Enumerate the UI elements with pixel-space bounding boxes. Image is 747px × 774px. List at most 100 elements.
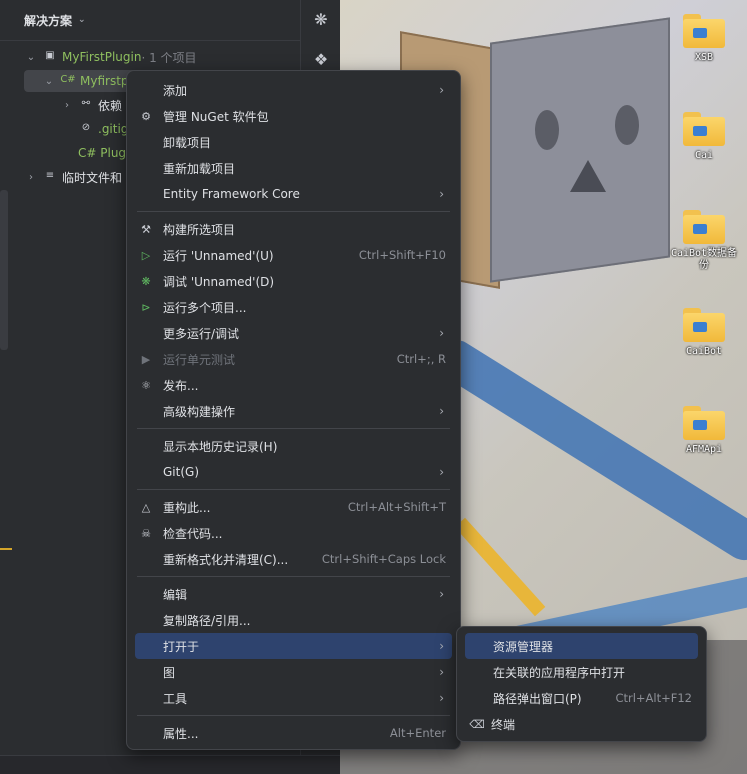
scrollbar[interactable]: [0, 190, 8, 350]
tree-item-scratch[interactable]: › ≡ 临时文件和: [24, 166, 122, 188]
menu-item-label: 高级构建操作: [163, 404, 236, 419]
menu-item-local-history[interactable]: 显示本地历史记录(H): [135, 433, 452, 459]
submenu-item-open-associated[interactable]: 在关联的应用程序中打开: [465, 659, 698, 685]
ai-assistant-icon[interactable]: ❋: [311, 10, 331, 30]
wallpaper-box-mouth: [570, 160, 606, 192]
menu-item-label: 属性...: [163, 726, 199, 741]
shortcut-label: Ctrl+;, R: [396, 352, 446, 366]
submenu-item-terminal[interactable]: ⌫ 终端: [465, 711, 698, 737]
menu-item-label: 卸载项目: [163, 135, 212, 150]
scratch-files-icon: ≡: [45, 170, 55, 181]
highlight-marker: [0, 548, 12, 550]
wallpaper-box-front: [490, 17, 670, 283]
menu-item-copy-path[interactable]: 复制路径/引用...: [135, 607, 452, 633]
menu-item-git[interactable]: Git(G) ›: [135, 459, 452, 485]
menu-item-entity-framework[interactable]: Entity Framework Core ›: [135, 181, 452, 207]
menu-separator: [137, 489, 450, 490]
run-multiple-icon: ⊳: [141, 300, 151, 314]
folder-icon: [683, 14, 725, 48]
desktop-icon-xsb[interactable]: XSB: [669, 14, 739, 64]
menu-item-label: 资源管理器: [493, 639, 554, 654]
desktop-icon-label: CaiBot数据备份: [670, 248, 738, 271]
solution-header[interactable]: 解决方案 ⌄: [0, 0, 300, 40]
desktop-icon-label: Cai: [694, 150, 714, 161]
desktop-icon-cai[interactable]: Cai: [669, 112, 739, 162]
menu-item-tools[interactable]: 工具 ›: [135, 685, 452, 711]
tree-item-label: MyFirstPlugin: [62, 50, 142, 64]
divider: [0, 40, 300, 41]
wallpaper-pencil: [454, 517, 546, 617]
menu-separator: [137, 715, 450, 716]
menu-item-reformat[interactable]: 重新格式化并清理(C)... Ctrl+Shift+Caps Lock: [135, 546, 452, 572]
desktop-icon-caibot-backup[interactable]: CaiBot数据备份: [669, 210, 739, 272]
tree-item-label: 临时文件和: [62, 170, 123, 185]
menu-item-build-selected[interactable]: ⚒ 构建所选项目: [135, 216, 452, 242]
chevron-right-icon: ›: [29, 171, 33, 183]
tree-item-label: 依赖: [98, 98, 123, 113]
menu-item-properties[interactable]: 属性... Alt+Enter: [135, 720, 452, 746]
menu-item-run[interactable]: ▷ 运行 'Unnamed'(U) Ctrl+Shift+F10: [135, 242, 452, 268]
menu-item-label: 发布...: [163, 378, 199, 393]
context-menu: 添加 › ⚙ 管理 NuGet 软件包 卸载项目 重新加载项目 Entity Fr…: [126, 70, 461, 750]
menu-separator: [137, 211, 450, 212]
folder-icon: [683, 406, 725, 440]
tree-item-label: .gitig: [98, 122, 129, 136]
menu-item-advanced-build[interactable]: 高级构建操作 ›: [135, 398, 452, 424]
debug-bug-icon: ❋: [141, 274, 151, 288]
menu-item-debug[interactable]: ❋ 调试 'Unnamed'(D): [135, 268, 452, 294]
tree-item-dependencies[interactable]: › ⚯ 依赖: [60, 94, 122, 116]
tree-item-solution[interactable]: ⌄ ▣ MyFirstPlugin · 1 个项目: [24, 46, 294, 68]
menu-item-refactor[interactable]: △ 重构此... Ctrl+Alt+Shift+T: [135, 494, 452, 520]
menu-item-label: 路径弹出窗口(P): [493, 691, 582, 706]
chevron-right-icon: ›: [439, 326, 444, 340]
globe-icon: ⚛: [141, 378, 151, 392]
desktop-icon-label: CaiBot: [685, 346, 723, 357]
shortcut-label: Ctrl+Alt+Shift+T: [347, 500, 446, 514]
menu-item-label: 终端: [491, 717, 516, 732]
menu-item-add[interactable]: 添加 ›: [135, 77, 452, 103]
submenu-item-path-popup[interactable]: 路径弹出窗口(P) Ctrl+Alt+F12: [465, 685, 698, 711]
menu-item-diagram[interactable]: 图 ›: [135, 659, 452, 685]
tree-item-label: Myfirstp: [80, 74, 129, 88]
tree-item-plugin-file[interactable]: C# Plug: [78, 142, 126, 164]
status-bar: [0, 755, 340, 774]
menu-item-label: 管理 NuGet 软件包: [163, 109, 269, 124]
submenu-item-explorer[interactable]: 资源管理器: [465, 633, 698, 659]
menu-item-inspect-code[interactable]: ☠ 检查代码...: [135, 520, 452, 546]
menu-item-label: 重新格式化并清理(C)...: [163, 552, 289, 567]
menu-item-reload-project[interactable]: 重新加载项目: [135, 155, 452, 181]
menu-item-run-multiple[interactable]: ⊳ 运行多个项目...: [135, 294, 452, 320]
tree-item-gitignore[interactable]: ⊘ .gitig: [74, 118, 129, 140]
inspect-icon: ☠: [141, 526, 151, 540]
menu-item-more-run-debug[interactable]: 更多运行/调试 ›: [135, 320, 452, 346]
nuget-icon: ⚙: [141, 109, 151, 123]
menu-item-label: 重构此...: [163, 500, 211, 515]
menu-item-unload-project[interactable]: 卸载项目: [135, 129, 452, 155]
solution-title: 解决方案: [24, 13, 73, 28]
folder-icon: [683, 308, 725, 342]
structure-icon[interactable]: ❖: [311, 50, 331, 70]
menu-item-edit[interactable]: 编辑 ›: [135, 581, 452, 607]
ignore-file-icon: ⊘: [81, 122, 91, 133]
menu-item-label: 显示本地历史记录(H): [163, 439, 278, 454]
desktop-icon-caibot[interactable]: CaiBot: [669, 308, 739, 358]
menu-item-open-in[interactable]: 打开于 ›: [135, 633, 452, 659]
menu-item-label: 工具: [163, 691, 188, 706]
chevron-down-icon: ⌄: [44, 75, 54, 87]
terminal-icon: ⌫: [469, 717, 485, 731]
menu-item-label: 运行 'Unnamed'(U): [163, 248, 274, 263]
menu-item-manage-nuget[interactable]: ⚙ 管理 NuGet 软件包: [135, 103, 452, 129]
solution-icon: ▣: [45, 50, 55, 61]
menu-item-publish[interactable]: ⚛ 发布...: [135, 372, 452, 398]
shortcut-label: Ctrl+Alt+F12: [615, 691, 692, 705]
desktop-icon-label: AFMApi: [685, 444, 723, 455]
menu-item-label: 添加: [163, 83, 188, 98]
dependencies-icon: ⚯: [81, 98, 91, 109]
menu-item-label: 在关联的应用程序中打开: [493, 665, 626, 680]
chevron-right-icon: ›: [65, 99, 69, 111]
chevron-right-icon: ›: [439, 404, 444, 418]
menu-item-label: 图: [163, 665, 176, 680]
menu-item-label: 调试 'Unnamed'(D): [163, 274, 275, 289]
desktop-icon-afmapi[interactable]: AFMApi: [669, 406, 739, 456]
chevron-right-icon: ›: [439, 465, 444, 479]
